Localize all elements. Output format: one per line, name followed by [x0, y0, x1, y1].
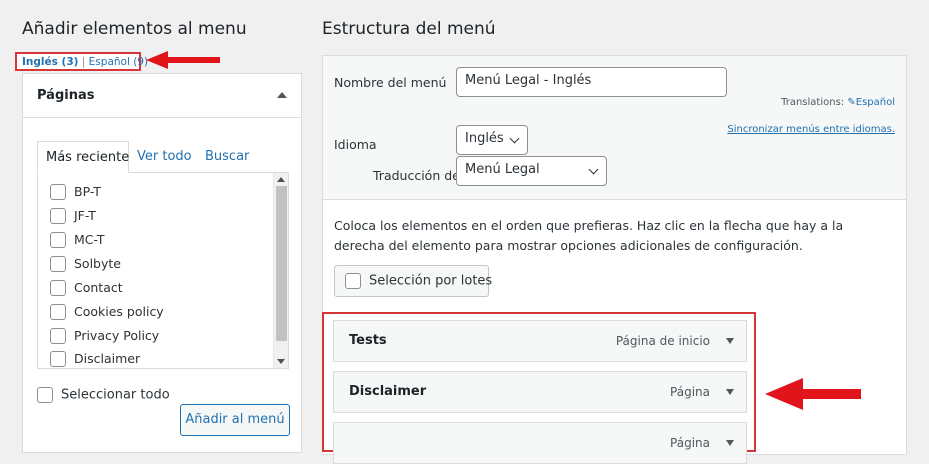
pages-panel-title: Páginas — [37, 88, 95, 103]
list-item-label: MC-T — [74, 232, 105, 247]
bulk-select-button[interactable]: Selección por lotes — [334, 265, 493, 297]
bulk-select-label: Selección por lotes — [369, 273, 493, 289]
language-filter-other[interactable]: Español (9) — [89, 56, 148, 68]
pages-panel: Páginas Más reciente Ver todo Buscar BP-… — [22, 73, 302, 453]
menu-item-title: Disclaimer — [349, 384, 427, 399]
checkbox[interactable] — [50, 279, 66, 296]
language-select[interactable]: Inglés — [456, 125, 528, 155]
tab-search[interactable]: Buscar — [197, 141, 257, 173]
select-all[interactable]: Seleccionar todo — [37, 387, 170, 403]
list-item[interactable]: Disclaimer — [50, 350, 141, 368]
list-item-label: Contact — [74, 280, 123, 295]
menu-item-type: Página — [670, 436, 710, 450]
collapse-triangle-icon[interactable] — [277, 92, 287, 98]
expand-caret-icon[interactable] — [726, 440, 734, 446]
menu-structure-title: Estructura del menú — [322, 19, 496, 39]
translation-of-label: Traducción de — [373, 168, 460, 183]
menu-name-label: Nombre del menú — [334, 75, 447, 90]
translations-info: Translations: ✎Español — [781, 97, 895, 108]
list-item-label: JF-T — [74, 208, 96, 223]
menu-settings: Nombre del menú Menú Legal - Inglés Tran… — [323, 56, 906, 200]
menu-item-title: Tests — [349, 333, 387, 348]
checkbox[interactable] — [50, 303, 66, 320]
scroll-up-arrow-icon[interactable] — [277, 177, 285, 182]
menu-item-type: Página de inicio — [615, 334, 710, 348]
checkbox[interactable] — [50, 327, 66, 344]
language-label: Idioma — [334, 137, 377, 152]
translation-of-select[interactable]: Menú Legal — [456, 156, 607, 186]
list-item[interactable]: BP-T — [50, 183, 101, 203]
checkbox[interactable] — [50, 183, 66, 200]
add-menu-items-title: Añadir elementos al menu — [22, 19, 247, 39]
pages-panel-header[interactable]: Páginas — [23, 74, 301, 118]
list-item-label: Solbyte — [74, 256, 121, 271]
list-item[interactable]: JF-T — [50, 207, 96, 227]
select-all-checkbox[interactable] — [37, 387, 53, 403]
expand-caret-icon[interactable] — [726, 338, 734, 344]
list-item[interactable]: Cookies policy — [50, 303, 164, 323]
scrollbar-thumb[interactable] — [276, 186, 287, 341]
menu-item-type: Página — [670, 385, 710, 399]
menu-name-input[interactable]: Menú Legal - Inglés — [456, 67, 727, 97]
chevron-down-icon — [588, 164, 599, 175]
sync-menus-link[interactable]: Sincronizar menús entre idiomas. — [727, 124, 895, 135]
tab-view-all[interactable]: Ver todo — [129, 141, 200, 173]
language-filter-separator: | — [81, 56, 86, 68]
checkbox[interactable] — [50, 231, 66, 248]
expand-caret-icon[interactable] — [726, 389, 734, 395]
menu-item[interactable]: Disclaimer Página — [333, 371, 747, 413]
pencil-icon[interactable]: ✎ — [847, 97, 855, 108]
list-item[interactable]: Contact — [50, 279, 123, 299]
list-item[interactable]: Solbyte — [50, 255, 121, 275]
red-arrow-left-icon — [146, 51, 220, 69]
translation-link[interactable]: Español — [856, 97, 895, 108]
translation-of-value: Menú Legal — [465, 162, 540, 177]
menu-item[interactable]: Tests Página de inicio — [333, 320, 747, 362]
list-item-label: BP-T — [74, 184, 101, 199]
checkbox[interactable] — [50, 350, 66, 367]
add-to-menu-button[interactable]: Añadir al menú — [180, 404, 290, 436]
red-arrow-right-icon — [765, 378, 861, 410]
translations-label: Translations: — [781, 97, 845, 108]
tab-most-recent[interactable]: Más reciente — [37, 141, 129, 173]
bulk-select-checkbox[interactable] — [345, 273, 361, 289]
checkbox[interactable] — [50, 207, 66, 224]
checkbox[interactable] — [50, 255, 66, 272]
scrollbar[interactable] — [273, 173, 288, 368]
chevron-down-icon — [509, 133, 520, 144]
list-item-label: Cookies policy — [74, 304, 164, 319]
scroll-down-arrow-icon[interactable] — [277, 359, 285, 364]
language-filter-current[interactable]: Inglés (3) — [22, 56, 78, 68]
pages-checklist: BP-T JF-T MC-T Solbyte Contact Cookies p… — [37, 172, 289, 369]
list-item[interactable]: MC-T — [50, 231, 105, 251]
list-item[interactable]: Privacy Policy — [50, 327, 159, 347]
language-select-value: Inglés — [465, 131, 504, 146]
menu-instructions: Coloca los elementos en el orden que pre… — [334, 218, 844, 253]
select-all-label: Seleccionar todo — [61, 387, 170, 403]
language-filter: Inglés (3) | Español (9) — [15, 52, 148, 71]
list-item-label: Disclaimer — [74, 351, 141, 366]
menu-item[interactable]: Página — [333, 422, 747, 464]
list-item-label: Privacy Policy — [74, 328, 160, 343]
